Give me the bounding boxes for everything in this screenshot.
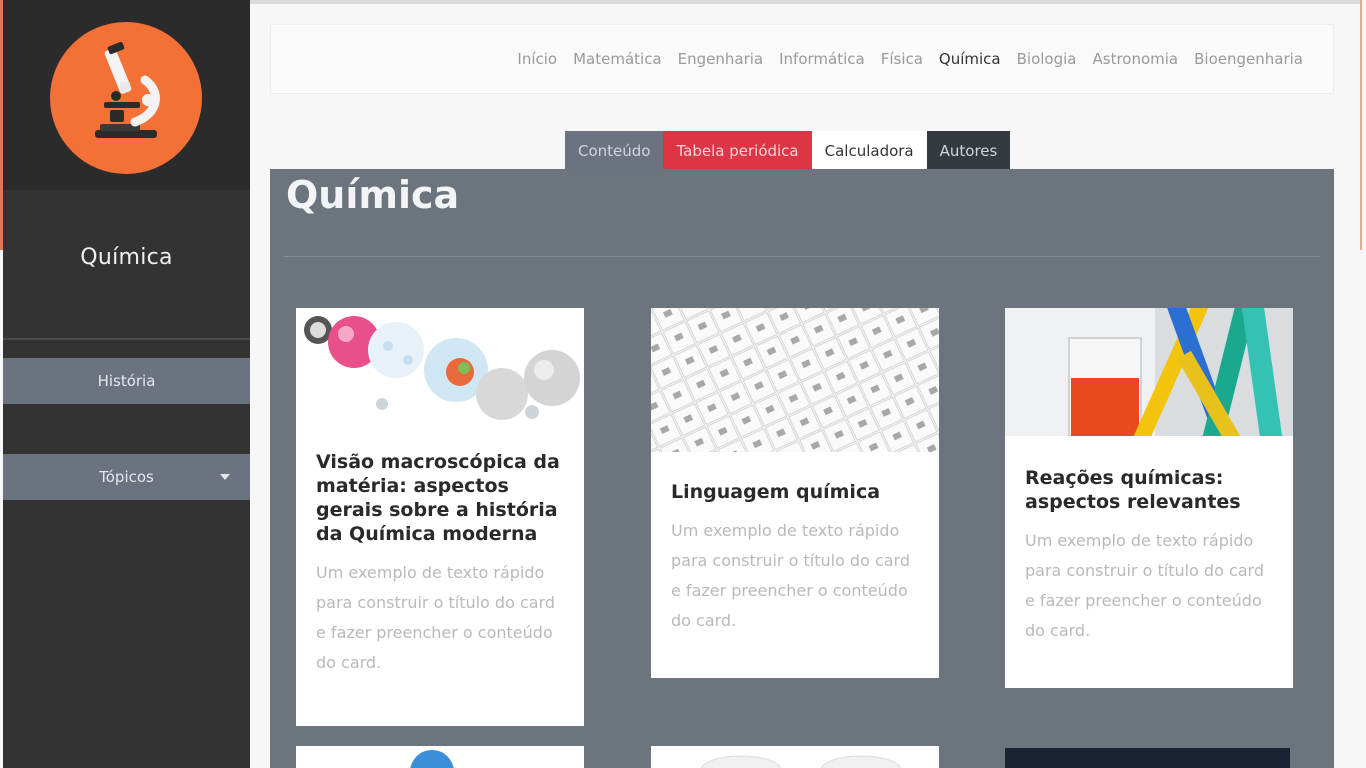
sidebar: Química História Tópicos [3, 0, 250, 768]
nav-link-inicio[interactable]: Início [517, 50, 557, 68]
card-text: Um exemplo de texto rápido para construi… [671, 521, 911, 630]
card-image-dark [1005, 748, 1290, 768]
card-historia-quimica[interactable]: Visão macroscópica da matéria: aspectos … [296, 308, 584, 726]
card-text: Um exemplo de texto rápido para construi… [316, 563, 556, 672]
card-image-glassware [700, 755, 902, 768]
content-tabs: Conteúdo Tabela periódica Calculadora Au… [565, 131, 1011, 171]
card-reacoes-quimicas[interactable]: Reações químicas: aspectos relevantes Um… [1005, 308, 1293, 688]
nav-link-informatica[interactable]: Informática [779, 50, 865, 68]
card-image-periodic-table [651, 308, 939, 452]
card-title: Reações químicas: aspectos relevantes [1025, 467, 1241, 513]
sidebar-logo-area [3, 0, 250, 190]
card-image-beakers [1005, 308, 1293, 436]
tab-calculadora[interactable]: Calculadora [811, 131, 927, 171]
sidebar-title: Química [80, 245, 173, 270]
nav-link-quimica[interactable]: Química [939, 50, 1001, 68]
card-title: Linguagem química [671, 481, 881, 503]
microscope-icon [95, 41, 160, 138]
sidebar-item-label: História [97, 372, 156, 390]
card-text: Um exemplo de texto rápido para construi… [1025, 531, 1265, 640]
tab-autores[interactable]: Autores [926, 131, 1011, 171]
page-title: Química [286, 173, 460, 217]
card-body: Reações químicas: aspectos relevantes Um… [1005, 436, 1293, 646]
panel-divider [284, 256, 1320, 257]
card-image-globe [410, 750, 454, 768]
sidebar-divider [3, 338, 250, 340]
nav-link-biologia[interactable]: Biologia [1017, 50, 1077, 68]
card-body: Visão macroscópica da matéria: aspectos … [296, 428, 584, 678]
microscope-logo[interactable] [50, 22, 202, 174]
sidebar-item-historia[interactable]: História [3, 358, 250, 404]
nav-link-bioengenharia[interactable]: Bioengenharia [1194, 50, 1303, 68]
card-partial[interactable] [651, 746, 939, 768]
card-partial[interactable] [296, 746, 584, 768]
card-partial[interactable] [1005, 748, 1290, 768]
card-body: Linguagem química Um exemplo de texto rá… [651, 452, 939, 636]
card-image-molecules [296, 308, 584, 428]
top-strip [250, 0, 1360, 4]
window-edge-right [1360, 0, 1362, 250]
card-linguagem-quimica[interactable]: Linguagem química Um exemplo de texto rá… [651, 308, 939, 678]
nav-link-fisica[interactable]: Física [881, 50, 923, 68]
sidebar-item-topicos[interactable]: Tópicos [3, 454, 250, 500]
sidebar-item-label: Tópicos [99, 468, 154, 486]
card-title: Visão macroscópica da matéria: aspectos … [316, 451, 560, 545]
nav-link-astronomia[interactable]: Astronomia [1093, 50, 1179, 68]
nav-link-matematica[interactable]: Matemática [573, 50, 662, 68]
tab-tabela-periodica[interactable]: Tabela periódica [663, 131, 812, 171]
nav-link-engenharia[interactable]: Engenharia [678, 50, 763, 68]
tab-conteudo[interactable]: Conteúdo [565, 131, 664, 171]
top-navbar: Início Matemática Engenharia Informática… [270, 24, 1334, 94]
caret-down-icon [220, 474, 230, 480]
